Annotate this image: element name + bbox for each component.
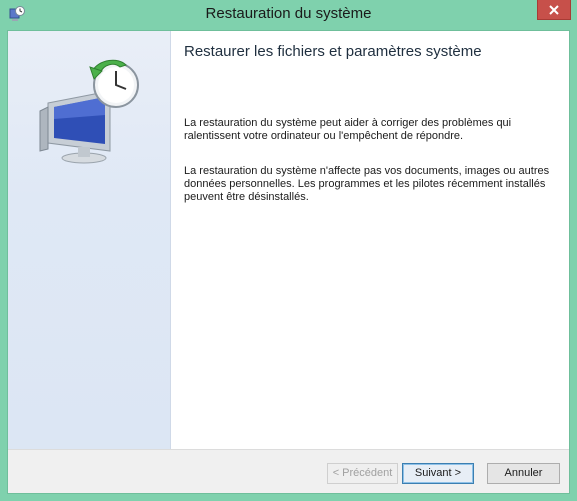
close-icon	[549, 0, 559, 19]
wizard-side-panel	[8, 31, 171, 449]
previous-button[interactable]: < Précédent	[327, 463, 398, 484]
page-title: Restaurer les fichiers et paramètres sys…	[184, 43, 482, 60]
next-button[interactable]: Suivant >	[402, 463, 474, 484]
title-bar[interactable]: Restauration du système	[0, 0, 577, 28]
close-button[interactable]	[537, 0, 571, 20]
system-restore-icon	[34, 55, 144, 165]
wizard-client-area: Restaurer les fichiers et paramètres sys…	[7, 30, 570, 494]
cancel-button[interactable]: Annuler	[487, 463, 560, 484]
button-bar: < Précédent Suivant > Annuler	[8, 449, 569, 493]
wizard-content: Restaurer les fichiers et paramètres sys…	[171, 31, 569, 449]
description-paragraph: La restauration du système peut aider à …	[184, 117, 512, 142]
window-title: Restauration du système	[205, 5, 372, 22]
description-paragraph: La restauration du système n'affecte pas…	[184, 165, 550, 203]
